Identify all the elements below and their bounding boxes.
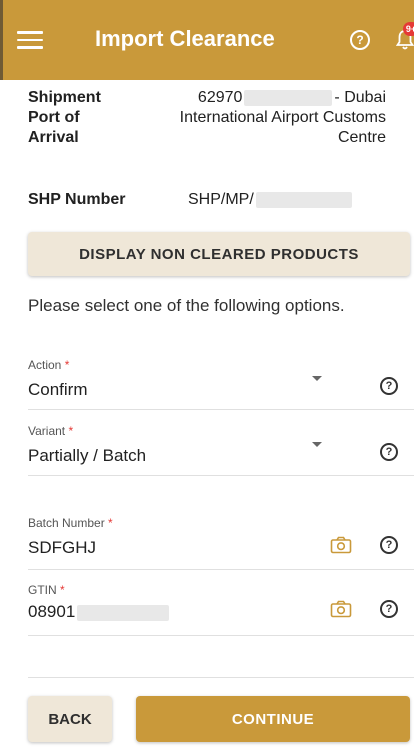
batch-number-field[interactable]: Batch Number * SDFGHJ ? (28, 510, 414, 570)
chevron-down-icon[interactable] (312, 376, 322, 381)
shp-number-value: SHP/MP/ (188, 190, 386, 210)
shipment-port-label: Shipment Port of Arrival (28, 89, 101, 146)
gtin-label: GTIN * (28, 583, 65, 597)
help-icon[interactable]: ? (380, 536, 398, 554)
app-bar: Import Clearance ? 9+ (0, 0, 414, 80)
page-title: Import Clearance (95, 26, 275, 51)
display-non-cleared-products-button[interactable]: DISPLAY NON CLEARED PRODUCTS (28, 232, 410, 276)
back-button[interactable]: BACK (28, 696, 112, 742)
redacted-block (77, 604, 170, 621)
gtin-value: 08901 (28, 602, 170, 622)
shipment-port-value: 62970- Dubai International Airport Custo… (179, 89, 386, 146)
variant-label: Variant * (28, 424, 74, 438)
action-label: Action * (28, 358, 70, 372)
chevron-down-icon[interactable] (312, 442, 322, 447)
help-icon[interactable]: ? (380, 377, 398, 395)
help-icon[interactable]: ? (380, 600, 398, 618)
variant-select[interactable]: Variant * Partially / Batch ? (28, 418, 414, 476)
action-select[interactable]: Action * Confirm ? (28, 352, 414, 410)
batch-number-value: SDFGHJ (28, 538, 96, 557)
help-icon[interactable]: ? (350, 30, 370, 50)
variant-value: Partially / Batch (28, 446, 147, 465)
instruction-text: Please select one of the following optio… (28, 296, 345, 315)
shp-number-row: SHP Number SHP/MP/ (28, 190, 386, 210)
continue-button[interactable]: CONTINUE (136, 696, 410, 742)
footer-divider (28, 677, 414, 678)
help-icon[interactable]: ? (380, 443, 398, 461)
hamburger-menu-icon[interactable] (17, 28, 43, 52)
shipment-port-row: Shipment Port of Arrival 62970- Dubai In… (28, 88, 386, 148)
redacted-block (255, 191, 352, 208)
gtin-field[interactable]: GTIN * 08901 ? (28, 578, 414, 636)
notification-badge: 9+ (403, 22, 414, 36)
batch-number-label: Batch Number * (28, 516, 113, 530)
shp-number-label: SHP Number (28, 191, 126, 208)
redacted-block (244, 89, 333, 106)
camera-icon[interactable] (330, 536, 352, 554)
camera-icon[interactable] (330, 600, 352, 618)
action-value: Confirm (28, 380, 88, 399)
